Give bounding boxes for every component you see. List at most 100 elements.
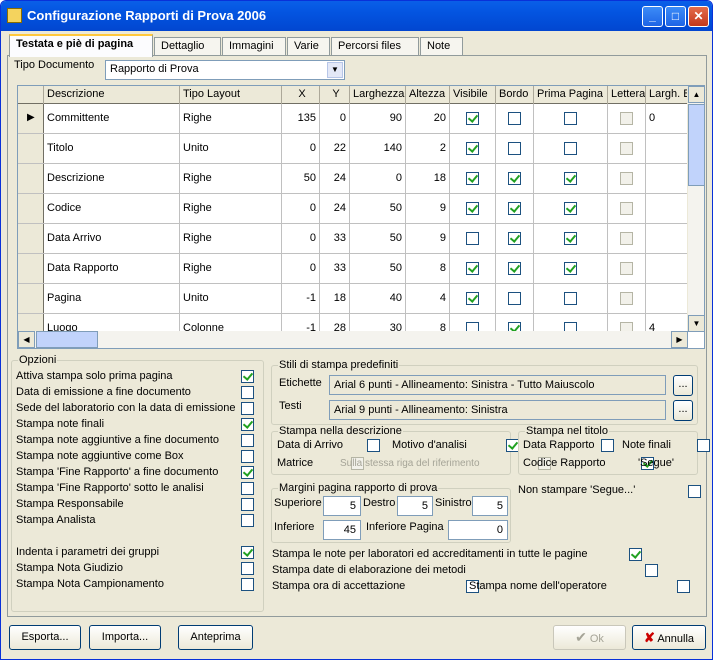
col-visibile[interactable]: Visibile [450,86,496,104]
visibile-checkbox[interactable] [466,291,479,305]
tab-dettaglio[interactable]: Dettaglio [154,37,221,56]
cell-y[interactable]: 22 [320,134,350,163]
cell-largh-b[interactable] [646,164,688,193]
testi-field[interactable]: Arial 9 punti - Allineamento: Sinistra [329,400,666,420]
table-row[interactable]: Titolo Unito 0 22 140 2 [18,134,688,164]
cell-largh-b[interactable] [646,194,688,223]
cell-larghezza[interactable]: 50 [350,224,406,253]
cell-descrizione[interactable]: Codice [44,194,180,223]
cell-visibile[interactable] [450,134,496,163]
row-indicator[interactable]: ▶ [18,104,44,133]
col-altezza[interactable]: Altezza [406,86,450,104]
data-arrivo-checkbox[interactable] [367,439,380,452]
cell-altezza[interactable]: 9 [406,224,450,253]
col-larghezza[interactable]: Larghezza [350,86,406,104]
cell-tipo-layout[interactable]: Righe [180,254,282,283]
cell-x[interactable]: 0 [282,194,320,223]
annulla-button[interactable]: ✘ Annulla [632,625,706,650]
tab-immagini[interactable]: Immagini [222,37,286,56]
maximize-button[interactable]: □ [665,6,686,27]
table-row[interactable]: Codice Righe 0 24 50 9 [18,194,688,224]
cell-descrizione[interactable]: Pagina [44,284,180,313]
cell-bordo[interactable] [496,254,534,283]
cell-largh-b[interactable] [646,134,688,163]
cell-tipo-layout[interactable]: Righe [180,164,282,193]
option-row[interactable]: Stampa note aggiuntive a fine documento [16,433,256,449]
cell-x[interactable]: 0 [282,134,320,163]
option-checkbox[interactable] [241,402,254,415]
prima-pagina-checkbox[interactable] [564,261,577,275]
visibile-checkbox[interactable] [466,261,479,275]
visibile-checkbox[interactable] [466,111,479,125]
cell-largh-b[interactable] [646,254,688,283]
cell-bordo[interactable] [496,134,534,163]
cell-tipo-layout[interactable]: Righe [180,224,282,253]
superiore-input[interactable]: 5 [323,496,361,516]
bordo-checkbox[interactable] [508,291,521,305]
cell-prima-pagina[interactable] [534,134,608,163]
cell-descrizione[interactable]: Titolo [44,134,180,163]
row-indicator[interactable] [18,134,44,163]
col-lettera[interactable]: Lettera [608,86,646,104]
importa-button[interactable]: Importa... [89,625,161,650]
option-checkbox[interactable] [241,386,254,399]
cell-larghezza[interactable]: 50 [350,194,406,223]
option-checkbox[interactable] [241,418,254,431]
note-lab-checkbox[interactable] [629,548,643,561]
cell-visibile[interactable] [450,194,496,223]
ok-button[interactable]: ✔ Ok [553,625,626,650]
row-indicator[interactable] [18,224,44,253]
cell-prima-pagina[interactable] [534,164,608,193]
col-y[interactable]: Y [320,86,350,104]
tab-note[interactable]: Note [420,37,463,56]
cell-lettera[interactable] [608,254,646,283]
option-checkbox[interactable] [241,498,254,511]
cell-y[interactable]: 18 [320,284,350,313]
table-row[interactable]: Pagina Unito -1 18 40 4 [18,284,688,314]
option-row[interactable]: Attiva stampa solo prima pagina [16,369,256,385]
cell-visibile[interactable] [450,254,496,283]
cell-visibile[interactable] [450,104,496,133]
minimize-button[interactable]: _ [642,6,663,27]
cell-descrizione[interactable]: Data Rapporto [44,254,180,283]
col-bordo[interactable]: Bordo [496,86,534,104]
cell-y[interactable]: 33 [320,224,350,253]
cell-altezza[interactable]: 4 [406,284,450,313]
option-row[interactable]: Data di emissione a fine documento [16,385,256,401]
cell-altezza[interactable]: 9 [406,194,450,223]
scroll-right-icon[interactable]: ▶ [671,331,688,348]
cell-bordo[interactable] [496,224,534,253]
non-stampare-segue-checkbox[interactable] [688,485,701,498]
option-checkbox[interactable] [241,514,254,527]
cell-lettera[interactable] [608,224,646,253]
cell-tipo-layout[interactable]: Righe [180,104,282,133]
cell-visibile[interactable] [450,224,496,253]
cell-altezza[interactable]: 8 [406,254,450,283]
cell-x[interactable]: -1 [282,284,320,313]
cell-largh-b[interactable] [646,224,688,253]
row-indicator[interactable] [18,254,44,283]
cell-larghezza[interactable]: 90 [350,104,406,133]
option-row[interactable]: Stampa 'Fine Rapporto' a fine documento [16,465,256,481]
scroll-down-icon[interactable]: ▼ [688,315,704,332]
chevron-down-icon[interactable]: ▼ [327,62,343,78]
option-row[interactable]: Stampa Nota Campionamento [16,577,256,593]
cell-bordo[interactable] [496,164,534,193]
grid-vertical-scrollbar[interactable]: ▲ ▼ [687,86,704,332]
cell-descrizione[interactable]: Data Arrivo [44,224,180,253]
row-indicator[interactable] [18,194,44,223]
cell-y[interactable]: 33 [320,254,350,283]
option-checkbox[interactable] [241,434,254,447]
cell-lettera[interactable] [608,194,646,223]
hscroll-thumb[interactable] [36,331,98,348]
cell-prima-pagina[interactable] [534,104,608,133]
cell-visibile[interactable] [450,164,496,193]
cell-larghezza[interactable]: 50 [350,254,406,283]
cell-tipo-layout[interactable]: Unito [180,134,282,163]
bordo-checkbox[interactable] [508,231,521,245]
table-row[interactable]: ▶ Committente Righe 135 0 90 20 0 [18,104,688,134]
col-x[interactable]: X [282,86,320,104]
cell-x[interactable]: 50 [282,164,320,193]
col-largh-b[interactable]: Largh. B [646,86,688,104]
cell-larghezza[interactable]: 140 [350,134,406,163]
